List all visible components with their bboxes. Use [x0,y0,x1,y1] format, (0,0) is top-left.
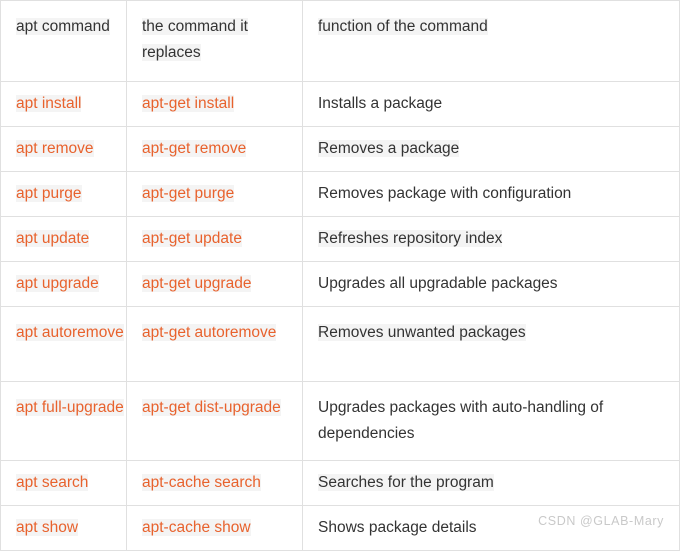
cell-replaces-text: apt-get autoremove [142,324,277,341]
cell-function: Searches for the program [302,460,680,506]
column-header-replaces: the command it replaces [126,0,303,82]
table-header-row: apt command the command it replaces func… [0,0,680,82]
cell-replaces-text: apt-get purge [142,185,235,202]
table-row: apt search apt-cache search Searches for… [0,460,680,506]
column-header-command: apt command [0,0,127,82]
cell-command: apt autoremove [0,306,127,382]
table-row: apt remove apt-get remove Removes a pack… [0,126,680,172]
column-header-command-label: apt command [16,18,110,35]
cell-function-text: Shows package details [318,519,477,536]
apt-command-table-container: apt command the command it replaces func… [0,0,688,551]
cell-replaces-text: apt-get install [142,95,235,112]
cell-function: Refreshes repository index [302,216,680,262]
cell-function-text: Removes unwanted packages [318,324,526,341]
cell-function-text: Upgrades packages with auto-handling of … [318,399,604,442]
cell-replaces-text: apt-get remove [142,140,247,157]
cell-replaces-text: apt-cache show [142,519,251,536]
cell-command-text: apt update [16,230,90,247]
cell-replaces: apt-get dist-upgrade [126,381,303,461]
table-row: apt update apt-get update Refreshes repo… [0,216,680,262]
cell-function-text: Searches for the program [318,474,494,491]
cell-command-text: apt autoremove [16,324,124,341]
cell-command-text: apt purge [16,185,82,202]
cell-function-text: Installs a package [318,95,443,112]
cell-replaces-text: apt-get upgrade [142,275,252,292]
cell-command-text: apt show [16,519,79,536]
cell-command-text: apt install [16,95,82,112]
table-body: apt command the command it replaces func… [0,0,680,551]
column-header-replaces-label: the command it replaces [142,18,248,61]
cell-command-text: apt search [16,474,89,491]
cell-replaces-text: apt-get dist-upgrade [142,399,281,416]
cell-function: Removes a package [302,126,680,172]
apt-command-table: apt command the command it replaces func… [0,0,680,551]
cell-function-text: Upgrades all upgradable packages [318,275,558,292]
cell-replaces: apt-get install [126,81,303,127]
cell-replaces: apt-get remove [126,126,303,172]
cell-command: apt full-upgrade [0,381,127,461]
cell-replaces-text: apt-cache search [142,474,261,491]
table-row: apt purge apt-get purge Removes package … [0,171,680,217]
cell-command: apt purge [0,171,127,217]
cell-function-text: Removes a package [318,140,460,157]
cell-command-text: apt upgrade [16,275,99,292]
cell-function: Removes package with configuration [302,171,680,217]
cell-function: Removes unwanted packages [302,306,680,382]
table-row: apt upgrade apt-get upgrade Upgrades all… [0,261,680,307]
cell-command-text: apt remove [16,140,94,157]
cell-replaces: apt-get update [126,216,303,262]
cell-function: Installs a package [302,81,680,127]
table-row: apt full-upgrade apt-get dist-upgrade Up… [0,381,680,461]
cell-function: Upgrades packages with auto-handling of … [302,381,680,461]
cell-command: apt upgrade [0,261,127,307]
cell-function-text: Refreshes repository index [318,230,503,247]
cell-function-text: Removes package with configuration [318,185,572,202]
column-header-function: function of the command [302,0,680,82]
cell-function: Upgrades all upgradable packages [302,261,680,307]
cell-command-text: apt full-upgrade [16,399,124,416]
column-header-function-label: function of the command [318,18,488,35]
cell-replaces-text: apt-get update [142,230,242,247]
table-row: apt autoremove apt-get autoremove Remove… [0,306,680,382]
cell-command: apt update [0,216,127,262]
cell-command: apt install [0,81,127,127]
cell-command: apt search [0,460,127,506]
cell-command: apt remove [0,126,127,172]
table-row: apt install apt-get install Installs a p… [0,81,680,127]
cell-replaces: apt-get upgrade [126,261,303,307]
cell-replaces: apt-get autoremove [126,306,303,382]
cell-replaces: apt-get purge [126,171,303,217]
cell-replaces: apt-cache search [126,460,303,506]
